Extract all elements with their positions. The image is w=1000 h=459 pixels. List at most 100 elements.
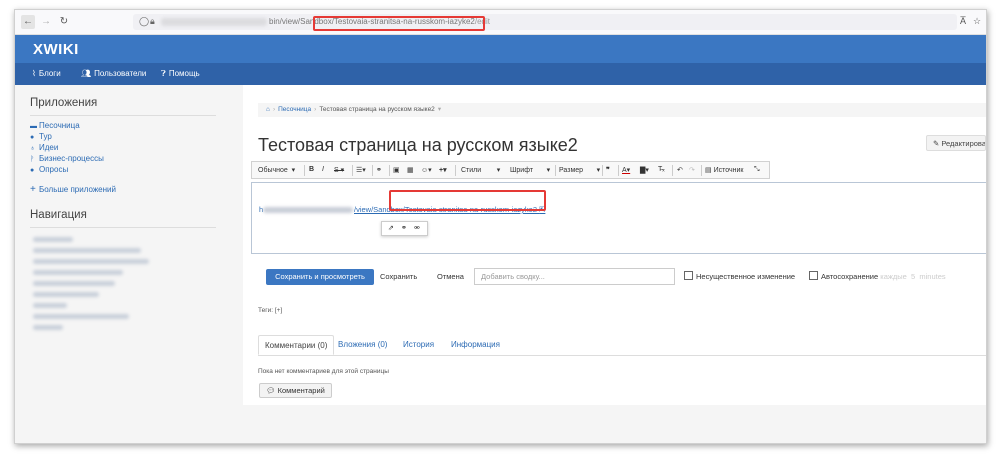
address-bar[interactable]: ◯ 🔒︎ bin/view/Sandbox/Testovaia-stranits…	[133, 14, 957, 30]
autosave-interval[interactable]: 5	[911, 272, 915, 281]
poll-icon: ●	[30, 167, 35, 174]
help-icon: ❓︎	[161, 69, 166, 78]
breadcrumb-item-sandbox[interactable]: Песочница	[278, 106, 311, 113]
highlight-link-box	[389, 190, 546, 211]
sidebar-item-tour[interactable]: ● Тур	[30, 132, 52, 141]
xwiki-logo[interactable]: XWIKI	[33, 41, 79, 58]
home-icon[interactable]: ⌂	[266, 106, 270, 113]
users-icon: 👥︎	[81, 69, 92, 78]
link-popup: ⇗ ⚭ ⚮	[381, 221, 428, 236]
save-and-view-button[interactable]: Сохранить и просмотреть	[266, 269, 374, 285]
format-select[interactable]: Обычное ▾	[258, 166, 295, 174]
redacted-host	[161, 18, 267, 26]
star-icon[interactable]: ☆	[973, 16, 981, 27]
text-color-icon[interactable]: A▾	[622, 166, 630, 174]
tab-information[interactable]: Информация	[451, 335, 500, 355]
plus-icon: +	[30, 184, 36, 195]
browser-window: ← → ↻ ◯ 🔒︎ bin/view/Sandbox/Testovaia-st…	[14, 9, 987, 444]
styles-select[interactable]: Стили ▾	[461, 166, 500, 174]
bold-icon[interactable]: B	[309, 166, 314, 173]
browser-toolbar: ← → ↻ ◯ 🔒︎ bin/view/Sandbox/Testovaia-st…	[15, 10, 986, 35]
comment-icon: 💬︎	[266, 386, 278, 395]
navigation-item[interactable]	[33, 248, 141, 253]
shield-icon: ◯	[139, 16, 150, 26]
lightbulb-icon: ♁	[30, 145, 36, 152]
link-icon[interactable]: ⚭	[376, 166, 382, 174]
rss-icon: ⌇	[32, 69, 36, 78]
table-icon[interactable]: ▦	[407, 166, 414, 174]
main-area: ⌂ › Песочница › Тестовая страница на русском…	[229, 85, 986, 443]
navigation-item[interactable]	[33, 303, 67, 308]
content-panel: ⌂ › Песочница › Тестовая страница на русском…	[243, 85, 986, 405]
divider	[30, 115, 216, 116]
navigation-item[interactable]	[33, 270, 123, 275]
reload-icon[interactable]: ↻	[57, 15, 71, 29]
tab-comments[interactable]: Комментарии (0)	[258, 335, 335, 355]
open-link-icon[interactable]: ⇗	[388, 224, 394, 232]
font-select[interactable]: Шрифт ▾	[510, 166, 550, 174]
edit-button[interactable]: ✎ Редактировать	[926, 135, 986, 151]
save-button[interactable]: Сохранить	[380, 269, 417, 285]
cancel-button[interactable]: Отмена	[437, 269, 464, 285]
sidebar-item-ideas[interactable]: ♁ Идеи	[30, 143, 58, 152]
navigation-item[interactable]	[33, 237, 73, 242]
tab-attachments[interactable]: Вложения (0)	[338, 335, 387, 355]
redacted-host	[263, 207, 353, 213]
sidebar-item-sandbox[interactable]: ▬ Песочница	[30, 121, 80, 130]
emoji-icon[interactable]: ☺▾	[421, 166, 432, 174]
summary-input[interactable]: Добавить сводку...	[474, 268, 675, 285]
editor-toolbar: Обычное ▾ B I S ▾ ☰▾ ⚭ ▣ ▦ ☺▾ +▾ Стили ▾…	[251, 161, 770, 179]
forward-arrow-icon[interactable]: →	[39, 15, 53, 29]
divider	[30, 227, 216, 228]
italic-icon[interactable]: I	[322, 166, 324, 173]
info-icon: ●	[30, 134, 35, 141]
navigation-item[interactable]	[33, 314, 129, 319]
translate-icon[interactable]: A̅	[960, 16, 966, 26]
tags-label[interactable]: Теги: [+]	[258, 307, 282, 314]
redo-icon[interactable]: ↷	[689, 166, 695, 174]
page-title: Тестовая страница на русском языке2	[258, 135, 578, 155]
navigation-item[interactable]	[33, 259, 149, 264]
navigation-item[interactable]	[33, 325, 63, 330]
menu-item-blogs[interactable]: ⌇ Блоги	[32, 69, 61, 78]
navigation-item[interactable]	[33, 281, 115, 286]
main-menu: ⌇ Блоги 👥︎ Пользователи ❓︎ Помощь	[15, 63, 986, 85]
breadcrumb: ⌂ › Песочница › Тестовая страница на русском…	[258, 103, 986, 117]
sidebar: Приложения ▬ Песочница ● Тур ♁ Идеи ᚹ Бизнес…	[15, 85, 229, 443]
insert-icon[interactable]: +▾	[439, 166, 447, 174]
size-select[interactable]: Размер ▾	[559, 166, 600, 174]
unlink-icon[interactable]: ⚮	[414, 224, 420, 232]
quote-icon[interactable]: ❞	[606, 166, 610, 174]
navigation-item[interactable]	[33, 292, 99, 297]
strikethrough-icon[interactable]: S ▾	[334, 166, 344, 174]
apps-panel-title: Приложения	[30, 97, 98, 109]
source-icon: ▤	[705, 167, 714, 174]
workflow-icon: ᚹ	[30, 156, 35, 163]
highlight-url-box	[313, 16, 485, 31]
undo-icon[interactable]: ↶	[677, 166, 683, 174]
edit-link-icon[interactable]: ⚭	[401, 224, 407, 232]
image-icon[interactable]: ▣	[393, 166, 400, 174]
list-icon[interactable]: ☰▾	[356, 166, 366, 174]
add-comment-button[interactable]: 💬︎ Комментарий	[259, 383, 332, 398]
document-tabs: Комментарии (0) Вложения (0) История Инф…	[258, 335, 986, 356]
xwiki-header: XWIKI	[15, 35, 986, 63]
sidebar-item-workflow[interactable]: ᚹ Бизнес-процессы	[30, 154, 104, 163]
tab-history[interactable]: История	[403, 335, 434, 355]
background-color-icon[interactable]: ▇▾	[640, 166, 649, 174]
back-arrow-icon[interactable]: ←	[21, 15, 35, 29]
clear-format-icon[interactable]: T̶ₓ	[658, 166, 665, 173]
sidebar-item-polls[interactable]: ● Опросы	[30, 165, 68, 174]
maximize-icon[interactable]: ⤡	[754, 166, 760, 174]
no-comments-text: Пока нет комментариев для этой страницы	[258, 368, 389, 375]
sandbox-icon: ▬	[30, 123, 37, 130]
more-apps-link[interactable]: + Больше приложений	[30, 184, 116, 195]
navigation-panel-title: Навигация	[30, 209, 87, 221]
source-button[interactable]: ▤ Источник	[705, 166, 743, 174]
autosave-checkbox[interactable]: Автосохранение каждые 5 minutes	[809, 271, 946, 281]
minor-edit-checkbox[interactable]: Несущественное изменение	[684, 271, 795, 281]
menu-item-users[interactable]: 👥︎ Пользователи	[81, 69, 146, 78]
menu-item-help[interactable]: ❓︎ Помощь	[161, 69, 200, 79]
lock-icon: 🔒︎	[150, 16, 155, 26]
wysiwyg-editor[interactable]: h /view/Sandbox/Testovaia-stranitsa-na-r…	[251, 182, 986, 254]
